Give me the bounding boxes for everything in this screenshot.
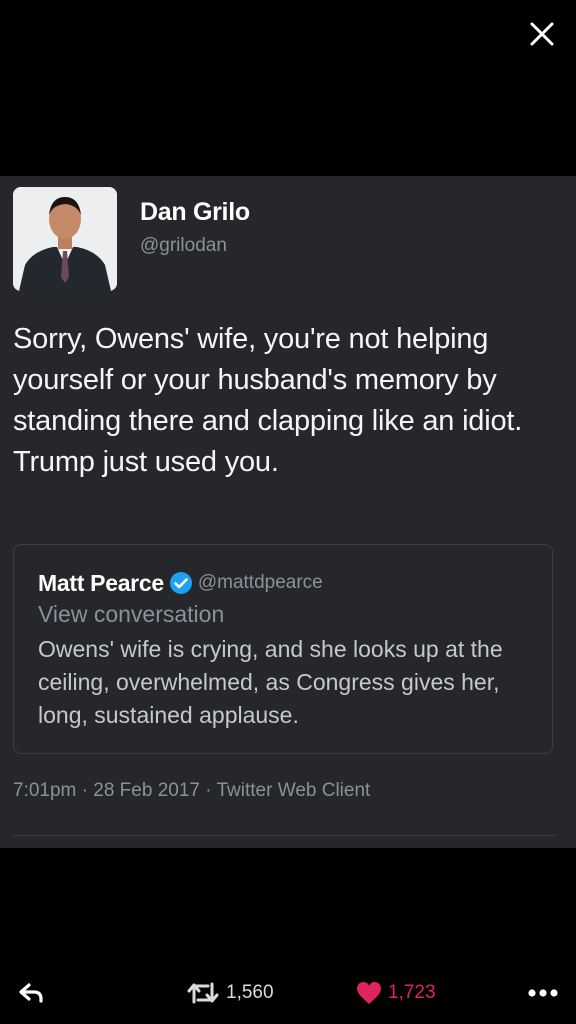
author-handle[interactable]: @grilodan bbox=[140, 235, 227, 257]
like-button[interactable]: 1,723 bbox=[356, 977, 436, 1009]
close-button[interactable] bbox=[526, 18, 558, 50]
reply-icon bbox=[19, 983, 43, 1003]
media-viewer: Dan Grilo @grilodan Sorry, Owens' wife, … bbox=[0, 0, 576, 1024]
close-icon bbox=[530, 22, 554, 46]
author-name[interactable]: Dan Grilo bbox=[140, 198, 250, 227]
tweet-timestamp: 7:01pm · 28 Feb 2017 · Twitter Web Clien… bbox=[13, 780, 371, 801]
avatar-image bbox=[13, 187, 117, 291]
more-dots-icon bbox=[528, 989, 558, 997]
tweet-screenshot-card: Dan Grilo @grilodan Sorry, Owens' wife, … bbox=[0, 176, 576, 848]
heart-icon bbox=[357, 982, 381, 1004]
tweet-text: Sorry, Owens' wife, you're not helping y… bbox=[13, 323, 523, 478]
retweet-icon bbox=[187, 982, 219, 1004]
quoted-tweet-header: Matt Pearce @mattdpearce bbox=[38, 569, 323, 597]
like-count: 1,723 bbox=[388, 982, 436, 1003]
view-conversation-link[interactable]: View conversation bbox=[38, 601, 224, 628]
quoted-tweet-text: Owens' wife is crying, and she looks up … bbox=[38, 636, 503, 728]
verified-badge-icon bbox=[169, 571, 193, 595]
quoted-author-name: Matt Pearce bbox=[38, 569, 164, 596]
action-bar: 1,560 1,723 bbox=[0, 968, 576, 1018]
quoted-author-handle: @mattdpearce bbox=[197, 572, 323, 593]
retweet-button[interactable]: 1,560 bbox=[186, 977, 274, 1009]
retweet-count: 1,560 bbox=[226, 982, 274, 1003]
more-button[interactable] bbox=[526, 978, 560, 1008]
avatar bbox=[13, 187, 117, 291]
quoted-tweet[interactable]: Matt Pearce @mattdpearce View conversati… bbox=[13, 544, 553, 754]
reply-button[interactable] bbox=[16, 978, 46, 1008]
divider bbox=[13, 835, 556, 836]
